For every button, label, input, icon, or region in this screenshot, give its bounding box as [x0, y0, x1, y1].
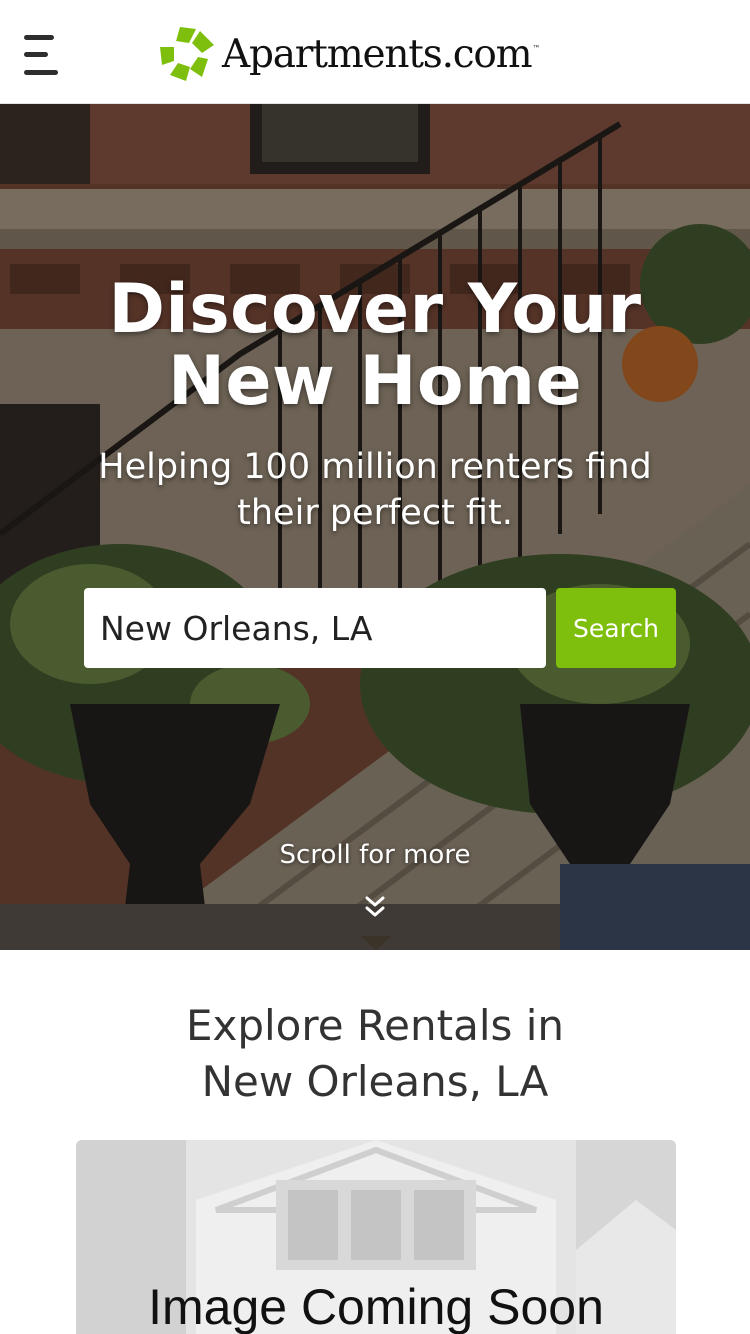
rental-card[interactable]: Image Coming Soon	[76, 1140, 676, 1334]
image-coming-soon-label: Image Coming Soon	[148, 1279, 604, 1334]
site-header: Apartments.com ™	[0, 0, 750, 104]
location-search-input[interactable]	[84, 588, 546, 668]
scroll-for-more-label: Scroll for more	[279, 840, 471, 870]
search-button[interactable]: Search	[556, 588, 676, 668]
hero-subtitle-line2: their perfect fit.	[237, 493, 513, 533]
apartments-logo[interactable]: Apartments.com ™	[158, 24, 540, 84]
explore-rentals-title: Explore Rentals in New Orleans, LA	[0, 998, 750, 1110]
logo-trademark: ™	[532, 44, 541, 53]
hero-title: Discover Your New Home	[0, 274, 750, 418]
hero-title-line2: New Home	[167, 342, 583, 421]
hero-subtitle-line1: Helping 100 million renters find	[98, 447, 652, 487]
hero-section: Discover Your New Home Helping 100 milli…	[0, 104, 750, 950]
explore-title-line1: Explore Rentals in	[185, 1001, 565, 1050]
hero-title-line1: Discover Your	[108, 270, 642, 349]
section-notch	[361, 936, 391, 950]
hamburger-menu-icon[interactable]	[22, 33, 60, 79]
explore-title-line2: New Orleans, LA	[201, 1057, 549, 1106]
hero-subtitle: Helping 100 million renters find their p…	[80, 444, 670, 536]
logo-text: Apartments.com	[222, 31, 533, 77]
double-chevron-down-icon[interactable]	[363, 894, 387, 924]
logo-mark-icon	[160, 27, 214, 81]
